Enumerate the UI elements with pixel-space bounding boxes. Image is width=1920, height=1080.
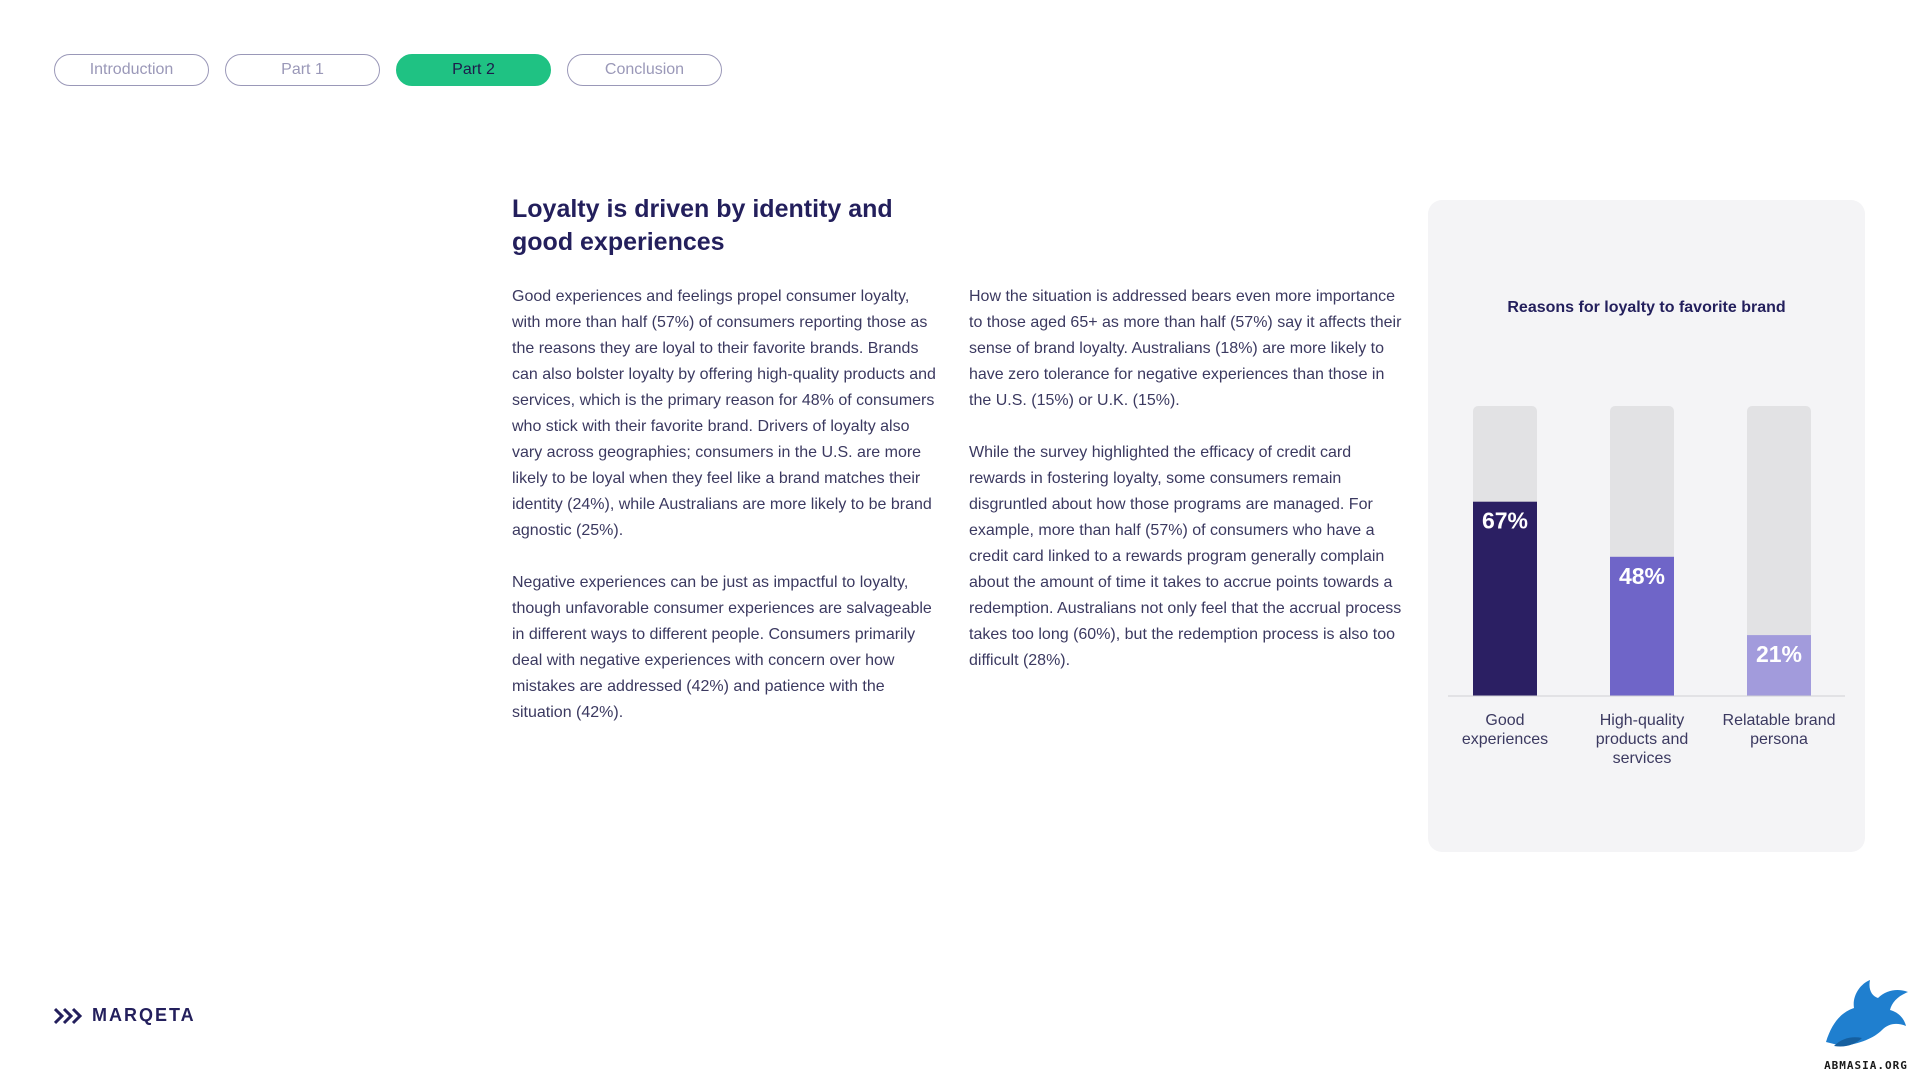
bar-value-label: 48% <box>1619 563 1665 589</box>
left-column: Good experiences and feelings propel con… <box>512 284 942 752</box>
page-title: Loyalty is driven by identity and good e… <box>512 195 893 256</box>
watermark-text: ABMASIA.ORG <box>1824 1059 1908 1072</box>
section-nav: Introduction Part 1 Part 2 Conclusion <box>54 54 722 86</box>
bar-chart: 67% Good experiences 48% High-quality product… <box>1448 406 1845 767</box>
nav-pill-introduction[interactable]: Introduction <box>54 54 209 86</box>
body-paragraph: How the situation is addressed bears eve… <box>969 288 1402 409</box>
category-label: services <box>1613 750 1672 767</box>
category-label: High-quality <box>1600 712 1684 729</box>
body-paragraph: Negative experiences can be just as impa… <box>512 574 932 721</box>
body-paragraph: Good experiences and feelings propel con… <box>512 288 936 539</box>
body-paragraph: While the survey highlighted the efficac… <box>969 444 1402 669</box>
chart-panel: Reasons for loyalty to favorite brand 67… <box>1428 200 1865 852</box>
category-label: products and <box>1596 731 1689 748</box>
logo-text: MARQETA <box>92 1005 196 1025</box>
bar-value-label: 67% <box>1482 508 1528 534</box>
watermark: ABMASIA.ORG <box>1812 972 1920 1072</box>
right-column: How the situation is addressed bears eve… <box>969 284 1409 700</box>
bar-value-label: 21% <box>1756 641 1802 667</box>
nav-pill-part-2[interactable]: Part 2 <box>396 54 551 86</box>
nav-pill-part-1[interactable]: Part 1 <box>225 54 380 86</box>
category-label: Good <box>1485 712 1524 729</box>
marqeta-chevrons-icon <box>54 1007 83 1024</box>
nav-pill-conclusion[interactable]: Conclusion <box>567 54 722 86</box>
category-label: Relatable brand <box>1723 712 1836 729</box>
marqeta-logo: MARQETA <box>54 1005 196 1026</box>
category-label: persona <box>1750 731 1808 748</box>
dragon-watermark-icon <box>1826 980 1908 1047</box>
category-label: experiences <box>1462 731 1548 748</box>
